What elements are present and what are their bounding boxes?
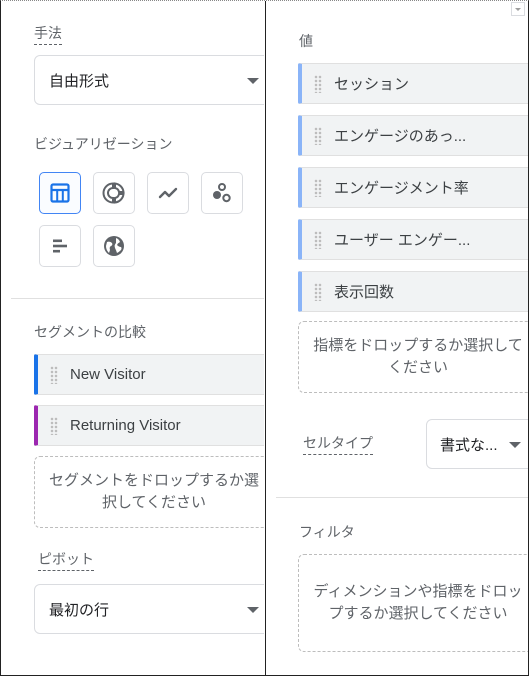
drag-handle-icon[interactable] bbox=[50, 416, 58, 435]
scatter-plot-icon bbox=[213, 183, 231, 203]
bar-chart-icon bbox=[53, 239, 67, 253]
value-chip-sessions[interactable]: セッション bbox=[298, 63, 528, 104]
chevron-down-icon bbox=[247, 78, 259, 84]
segment-drop-zone[interactable]: セグメントをドロップするか選択してください bbox=[34, 456, 264, 528]
drag-handle-icon[interactable] bbox=[50, 365, 58, 384]
value-chip-label: セッション bbox=[334, 76, 410, 93]
value-chip-label: ユーザー エンゲー... bbox=[334, 232, 471, 249]
method-value: 自由形式 bbox=[49, 72, 110, 90]
cell-type-label: セルタイプ bbox=[303, 433, 373, 455]
line-chart-icon bbox=[158, 187, 178, 199]
table-icon bbox=[50, 183, 70, 203]
drag-handle-icon[interactable] bbox=[314, 230, 322, 249]
pivot-value: 最初の行 bbox=[49, 601, 110, 619]
filter-drop-zone[interactable]: ディメンションや指標をドロップするか選択してください bbox=[298, 554, 528, 652]
collapse-dropdown-button[interactable] bbox=[511, 2, 525, 16]
segment-compare-label: セグメントの比較 bbox=[34, 324, 146, 340]
chevron-down-icon bbox=[509, 442, 521, 448]
viz-geo-button[interactable] bbox=[93, 225, 135, 267]
donut-chart-icon bbox=[102, 182, 125, 204]
viz-scatter-button[interactable] bbox=[201, 172, 243, 214]
viz-donut-button[interactable] bbox=[93, 172, 135, 214]
value-chip-views[interactable]: 表示回数 bbox=[298, 271, 528, 312]
method-label: 手法 bbox=[34, 23, 62, 45]
drag-handle-icon[interactable] bbox=[314, 282, 322, 301]
settings-column-right: 値 セッション エンゲージのあっ... エンゲージメント率 ユーザー エンゲー.… bbox=[265, 1, 528, 675]
filter-drop-text: ディメンションや指標をドロップするか選択してください bbox=[313, 582, 523, 623]
value-chip-engagement-rate[interactable]: エンゲージメント率 bbox=[298, 167, 528, 208]
metric-drop-text: 指標をドロップするか選択してください bbox=[313, 336, 523, 377]
drag-handle-icon[interactable] bbox=[314, 126, 322, 145]
chevron-down-icon bbox=[247, 607, 259, 613]
segment-chip-label: Returning Visitor bbox=[70, 417, 181, 434]
viz-line-button[interactable] bbox=[147, 172, 189, 214]
visualization-label: ビジュアリゼーション bbox=[34, 136, 173, 152]
drag-handle-icon[interactable] bbox=[314, 178, 322, 197]
globe-icon bbox=[104, 236, 124, 256]
section-divider bbox=[276, 497, 528, 498]
filter-label: フィルタ bbox=[299, 524, 355, 540]
segment-drop-text: セグメントをドロップするか選択してください bbox=[48, 471, 259, 512]
value-chip-engaged-sessions[interactable]: エンゲージのあっ... bbox=[298, 115, 528, 156]
viz-table-button[interactable] bbox=[39, 172, 81, 214]
pivot-select[interactable]: 最初の行 bbox=[34, 584, 264, 634]
segment-chip-label: New Visitor bbox=[70, 366, 146, 383]
method-select[interactable]: 自由形式 bbox=[34, 55, 264, 105]
value-chip-label: エンゲージのあっ... bbox=[334, 128, 467, 145]
settings-column-left: 手法 自由形式 ビジュアリゼーション セグメントの比較 New Visitor … bbox=[1, 1, 264, 675]
viz-bar-button[interactable] bbox=[39, 225, 81, 267]
value-chip-label: エンゲージメント率 bbox=[334, 180, 469, 197]
cell-type-value: 書式な... bbox=[440, 436, 498, 454]
segment-chip-returning-visitor[interactable]: Returning Visitor bbox=[34, 405, 264, 446]
pivot-label: ピボット bbox=[38, 549, 94, 571]
section-divider bbox=[11, 298, 264, 299]
drag-handle-icon[interactable] bbox=[314, 74, 322, 93]
value-chip-user-engagement[interactable]: ユーザー エンゲー... bbox=[298, 219, 528, 260]
value-chip-label: 表示回数 bbox=[334, 284, 395, 301]
cell-type-select[interactable]: 書式な... bbox=[426, 419, 528, 469]
segment-chip-new-visitor[interactable]: New Visitor bbox=[34, 354, 264, 395]
metric-drop-zone[interactable]: 指標をドロップするか選択してください bbox=[298, 321, 528, 393]
values-label: 値 bbox=[299, 33, 313, 49]
